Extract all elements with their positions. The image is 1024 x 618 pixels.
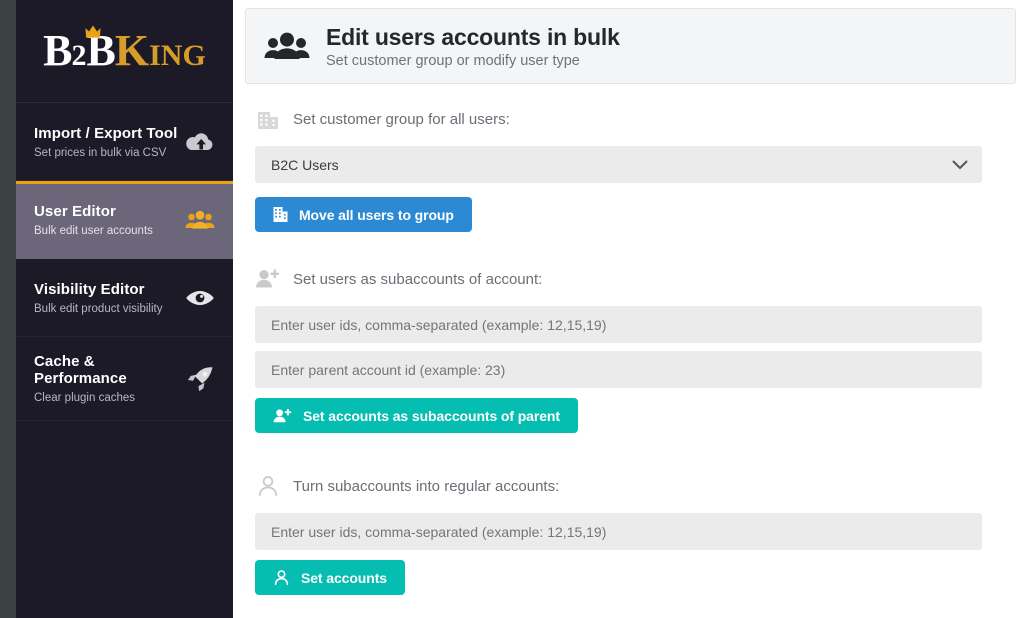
building-icon xyxy=(273,206,288,223)
sidebar-item-import-export-tool[interactable]: Import / Export Tool Set prices in bulk … xyxy=(16,103,233,181)
user-outline-icon xyxy=(255,473,281,499)
sidebar-item-desc: Set prices in bulk via CSV xyxy=(34,146,167,159)
crown-icon xyxy=(85,25,101,42)
move-all-users-to-group-button[interactable]: Move all users to group xyxy=(255,197,472,232)
brand-k: K xyxy=(114,26,150,75)
brand-b: B xyxy=(43,26,72,75)
section-label: Set customer group for all users: xyxy=(293,110,510,128)
regular-accounts-user-ids-input[interactable] xyxy=(255,513,982,550)
sidebar-item-visibility-editor[interactable]: Visibility Editor Bulk edit product visi… xyxy=(16,259,233,337)
sidebar-item-desc: Bulk edit product visibility xyxy=(34,302,163,315)
brand-logo: B2BKING xyxy=(16,0,233,103)
user-outline-icon xyxy=(273,569,290,586)
sidebar: B2BKING Import / Export Tool Set prices … xyxy=(16,0,233,618)
plugin-admin-page: B2BKING Import / Export Tool Set prices … xyxy=(0,0,1024,618)
sidebar-item-desc: Bulk edit user accounts xyxy=(34,224,153,237)
brand-logo-text: B2BKING xyxy=(43,25,206,75)
subaccount-user-ids-input[interactable] xyxy=(255,306,982,343)
cloud-upload-icon xyxy=(185,127,215,157)
sidebar-item-title: Visibility Editor xyxy=(34,280,145,298)
customer-group-select[interactable]: B2C Users xyxy=(255,146,982,183)
page-subtitle: Set customer group or modify user type xyxy=(326,52,580,69)
eye-icon xyxy=(185,283,215,313)
brand-2: 2 xyxy=(71,39,87,72)
sidebar-item-title: Import / Export Tool xyxy=(34,124,178,142)
section-heading: Set customer group for all users: xyxy=(255,106,1016,132)
button-label: Move all users to group xyxy=(299,206,454,223)
section-heading: Turn subaccounts into regular accounts: xyxy=(255,473,1016,499)
section-subaccounts: Set users as subaccounts of account: Set… xyxy=(245,266,1016,433)
set-accounts-button[interactable]: Set accounts xyxy=(255,560,405,595)
sidebar-item-title: Cache & Performance xyxy=(34,353,127,387)
wp-admin-rail xyxy=(0,0,16,618)
main-content: Edit users accounts in bulk Set customer… xyxy=(233,0,1024,618)
page-title: Edit users accounts in bulk xyxy=(326,23,620,50)
button-label: Set accounts as subaccounts of parent xyxy=(303,407,560,424)
parent-account-id-input[interactable] xyxy=(255,351,982,388)
building-icon xyxy=(255,106,281,132)
rocket-icon xyxy=(185,364,215,394)
set-accounts-as-subaccounts-button[interactable]: Set accounts as subaccounts of parent xyxy=(255,398,578,433)
section-label: Turn subaccounts into regular accounts: xyxy=(293,477,560,495)
user-plus-icon xyxy=(255,266,281,292)
sidebar-item-cache-performance[interactable]: Cache & Performance Clear plugin caches xyxy=(16,337,233,421)
users-group-icon xyxy=(264,31,310,61)
sidebar-item-desc: Clear plugin caches xyxy=(34,392,136,404)
section-heading: Set users as subaccounts of account: xyxy=(255,266,1016,292)
section-label: Set users as subaccounts of account: xyxy=(293,270,543,288)
sidebar-item-title: User Editor xyxy=(34,202,116,220)
section-regular-accounts: Turn subaccounts into regular accounts: … xyxy=(245,473,1016,595)
sidebar-nav: Import / Export Tool Set prices in bulk … xyxy=(16,103,233,421)
page-header: Edit users accounts in bulk Set customer… xyxy=(245,8,1016,84)
sidebar-item-user-editor[interactable]: User Editor Bulk edit user accounts xyxy=(16,181,233,259)
customer-group-select-wrapper[interactable]: B2C Users xyxy=(255,146,982,183)
brand-ing: ING xyxy=(149,39,206,72)
button-label: Set accounts xyxy=(301,569,387,586)
user-plus-icon xyxy=(273,408,292,424)
users-group-icon xyxy=(185,205,215,235)
section-customer-group: Set customer group for all users: B2C Us… xyxy=(245,106,1016,232)
